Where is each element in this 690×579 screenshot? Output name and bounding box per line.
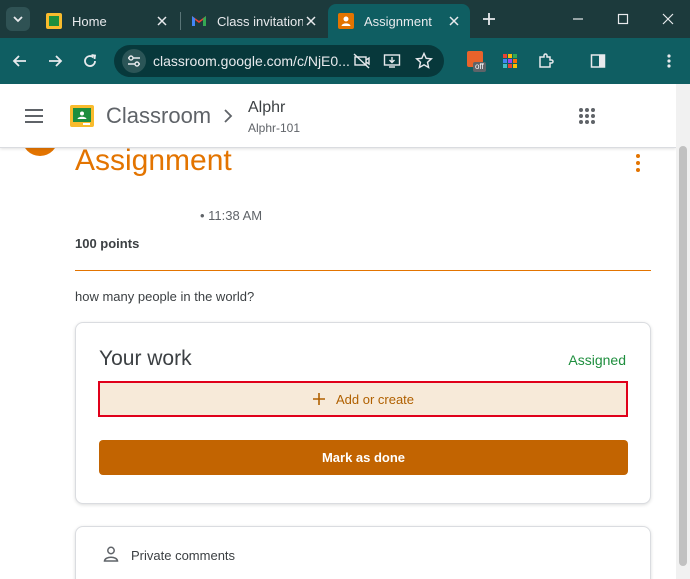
private-comments-card: Private comments (75, 526, 651, 579)
more-vert-icon (636, 154, 640, 172)
chevron-down-icon (13, 16, 23, 23)
site-info-button[interactable] (122, 49, 146, 73)
class-section: Alphr-101 (248, 121, 301, 135)
puzzle-icon (539, 53, 554, 68)
tab-class-invitation[interactable]: Class invitation (181, 4, 327, 38)
close-icon (662, 13, 674, 25)
maximize-button[interactable] (610, 6, 636, 32)
new-tab-button[interactable] (478, 8, 500, 30)
extension-badge: off (473, 62, 486, 72)
apps-grid-icon (579, 108, 595, 124)
more-vert-icon (667, 54, 671, 68)
tab-title: Home (72, 13, 107, 29)
main-menu-button[interactable] (22, 104, 46, 128)
chevron-right-icon (220, 108, 236, 124)
reload-button[interactable] (78, 49, 102, 73)
points: 100 points (75, 236, 140, 251)
add-or-create-label: Add or create (335, 391, 415, 407)
tab-search-button[interactable] (6, 7, 30, 31)
status-badge: Assigned (568, 352, 626, 368)
close-icon[interactable] (446, 13, 462, 29)
assignment-title: Assignment (75, 144, 232, 177)
instructions-text: how many people in the world? (75, 289, 255, 304)
extension-grid-button[interactable] (498, 49, 522, 73)
install-app-icon[interactable] (382, 51, 402, 71)
hamburger-icon (25, 109, 43, 123)
plus-icon (312, 393, 325, 405)
scrollbar-thumb[interactable] (679, 146, 687, 566)
tab-title: Assignment (364, 13, 432, 29)
arrow-left-icon (12, 55, 26, 67)
person-icon (102, 545, 120, 563)
browser-toolbar: classroom.google.com/c/NjE0... off (0, 38, 690, 84)
minimize-button[interactable] (565, 6, 591, 32)
add-or-create-button[interactable]: Add or create (98, 381, 628, 417)
url-text: classroom.google.com/c/NjE0... (153, 53, 350, 69)
mark-as-done-label: Mark as done (321, 450, 406, 465)
classroom-logo-icon[interactable] (70, 105, 94, 127)
google-apps-button[interactable] (575, 104, 599, 128)
private-comments-label: Private comments (131, 548, 236, 563)
your-work-card: Your work Assigned Add or create Mark as… (75, 322, 651, 504)
close-window-button[interactable] (655, 6, 681, 32)
minimize-icon (573, 18, 583, 20)
side-panel-button[interactable] (586, 49, 610, 73)
camera-blocked-icon[interactable] (352, 51, 372, 71)
reload-icon (84, 54, 97, 67)
app-name[interactable]: Classroom (106, 103, 211, 129)
your-work-title: Your work (99, 347, 192, 370)
assignment-more-button[interactable] (628, 152, 648, 174)
classroom-header: Classroom Alphr Alphr-101 (0, 84, 676, 148)
page-content: Classroom Alphr Alphr-101 Assignment • 1… (0, 84, 676, 579)
browser-menu-button[interactable] (657, 49, 681, 73)
tab-title: Class invitation (217, 13, 303, 29)
gmail-icon (191, 13, 207, 29)
close-icon[interactable] (154, 13, 170, 29)
side-panel-icon (590, 54, 606, 68)
maximize-icon (617, 13, 629, 25)
star-icon[interactable] (414, 51, 434, 71)
extensions-button[interactable] (534, 49, 558, 73)
close-icon[interactable] (303, 13, 319, 29)
mark-as-done-button[interactable]: Mark as done (99, 440, 628, 475)
arrow-right-icon (49, 55, 63, 67)
forward-button[interactable] (43, 49, 67, 73)
page-scrollbar[interactable] (676, 84, 690, 579)
tab-home[interactable]: Home (36, 4, 178, 38)
plus-icon (483, 13, 495, 25)
back-button[interactable] (8, 49, 32, 73)
extension-icon: off (466, 50, 488, 72)
classroom-favicon-icon (46, 13, 62, 29)
posted-time: • 11:38 AM (200, 208, 263, 223)
address-bar[interactable]: classroom.google.com/c/NjE0... (114, 45, 444, 77)
divider (75, 270, 651, 271)
tune-icon (128, 55, 140, 67)
tab-assignment[interactable]: Assignment (328, 4, 470, 38)
color-grid-icon (503, 54, 517, 68)
assignment-favicon-icon (338, 13, 354, 29)
class-name-link[interactable]: Alphr (248, 99, 285, 117)
browser-tab-strip: Home Class invitation Assignment (0, 0, 690, 38)
extension-off-button[interactable]: off (464, 49, 490, 73)
